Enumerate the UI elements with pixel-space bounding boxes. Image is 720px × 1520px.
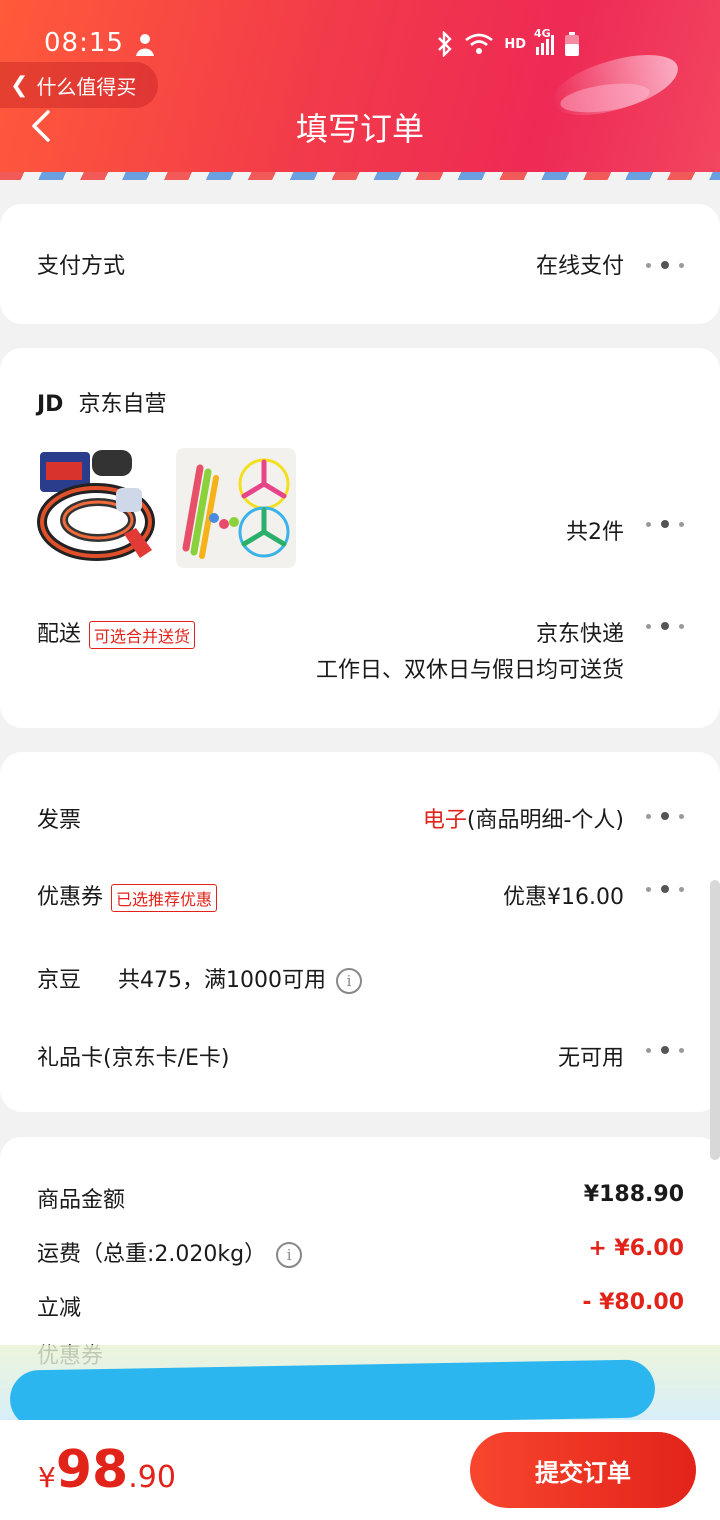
delivery-schedule: 工作日、双休日与假日均可送货	[315, 658, 624, 683]
shipping-label-row: 运费（总重:2.020kg） i	[37, 1236, 303, 1268]
bluetooth-icon	[438, 31, 453, 57]
network-type: HD	[504, 36, 526, 52]
redaction-stroke	[9, 1359, 656, 1429]
back-to-app-label: 什么值得买	[36, 74, 137, 99]
coupon-label: 优惠券	[37, 885, 104, 910]
notification-icon	[136, 34, 154, 56]
back-to-app-button[interactable]: ❮ 什么值得买	[0, 62, 158, 108]
chevron-left-icon: ❮	[10, 72, 29, 98]
header: 08:15 HD 4G ❮ 什么值得买 填写订单	[0, 0, 720, 180]
giftcard-value: 无可用	[557, 1046, 624, 1071]
status-icons: HD 4G	[436, 27, 580, 57]
invoice-label: 发票	[37, 808, 82, 833]
jd-logo: JD	[37, 392, 64, 417]
goods-amount-value: ¥188.90	[583, 1182, 684, 1207]
signal-icon: 4G	[534, 27, 554, 55]
items-more-icon[interactable]	[646, 519, 684, 529]
jingdou-value: 共475，满1000可用	[118, 968, 326, 993]
signal-type: 4G	[534, 27, 551, 40]
total-integer: 98	[55, 1440, 129, 1500]
store-name: 京东自营	[78, 392, 167, 417]
giftcard-label: 礼品卡(京东卡/E卡)	[37, 1046, 230, 1071]
total-decimal: .90	[128, 1460, 176, 1495]
status-time: 08:15	[44, 28, 124, 58]
delivery-label-row: 配送 可选合并送货	[37, 616, 196, 649]
discount-value: - ¥80.00	[582, 1290, 684, 1315]
race-track-image	[37, 450, 155, 561]
info-icon[interactable]: i	[336, 968, 362, 994]
payment-card[interactable]: 支付方式 在线支付	[0, 204, 720, 324]
battery-icon	[565, 32, 579, 56]
airmail-border	[0, 172, 720, 180]
item-count: 共2件	[566, 520, 624, 545]
shipping-info-icon[interactable]: i	[276, 1242, 303, 1268]
more-icon[interactable]	[646, 260, 684, 270]
store-header: JD 京东自营	[37, 386, 166, 418]
invoice-value[interactable]: 电子(商品明细-个人)	[423, 802, 624, 834]
delivery-more-icon[interactable]	[646, 621, 684, 631]
wifi-icon	[465, 33, 494, 54]
currency-symbol: ¥	[38, 1461, 56, 1494]
product-thumbnail-propeller-toys[interactable]	[176, 448, 296, 568]
total-price: ¥98.90	[38, 1440, 176, 1500]
delivery-carrier: 京东快递	[535, 622, 624, 647]
merge-delivery-tag[interactable]: 可选合并送货	[89, 621, 196, 649]
goods-amount-label: 商品金额	[37, 1188, 126, 1213]
coupon-value[interactable]: 优惠¥16.00	[503, 879, 624, 911]
propeller-toys-image	[182, 458, 290, 559]
invoice-more-icon[interactable]	[646, 811, 684, 821]
shipping-value: + ¥6.00	[588, 1236, 684, 1261]
page-title: 填写订单	[295, 110, 424, 148]
submit-order-button[interactable]: 提交订单	[470, 1432, 696, 1508]
coupon-recommended-tag: 已选推荐优惠	[111, 884, 218, 912]
coupon-label-row: 优惠券 已选推荐优惠	[37, 879, 218, 912]
invoice-type: 电子	[422, 808, 467, 833]
invoice-detail: (商品明细-个人)	[466, 808, 624, 833]
coupon-more-icon[interactable]	[646, 884, 684, 894]
payment-value: 在线支付	[535, 254, 624, 279]
giftcard-more-icon[interactable]	[646, 1045, 684, 1055]
jingdou-label: 京豆	[37, 968, 82, 993]
jingdou-row: 京豆 共475，满1000可用 i	[37, 962, 362, 994]
delivery-label: 配送	[37, 622, 82, 647]
product-thumbnail-race-track[interactable]	[36, 448, 156, 568]
shipping-label: 运费（总重:2.020kg）	[37, 1242, 267, 1267]
payment-label: 支付方式	[37, 254, 126, 279]
status-bar: 08:15 HD 4G	[0, 27, 720, 64]
discount-label: 立减	[37, 1296, 82, 1321]
scrollbar[interactable]	[710, 880, 720, 1160]
